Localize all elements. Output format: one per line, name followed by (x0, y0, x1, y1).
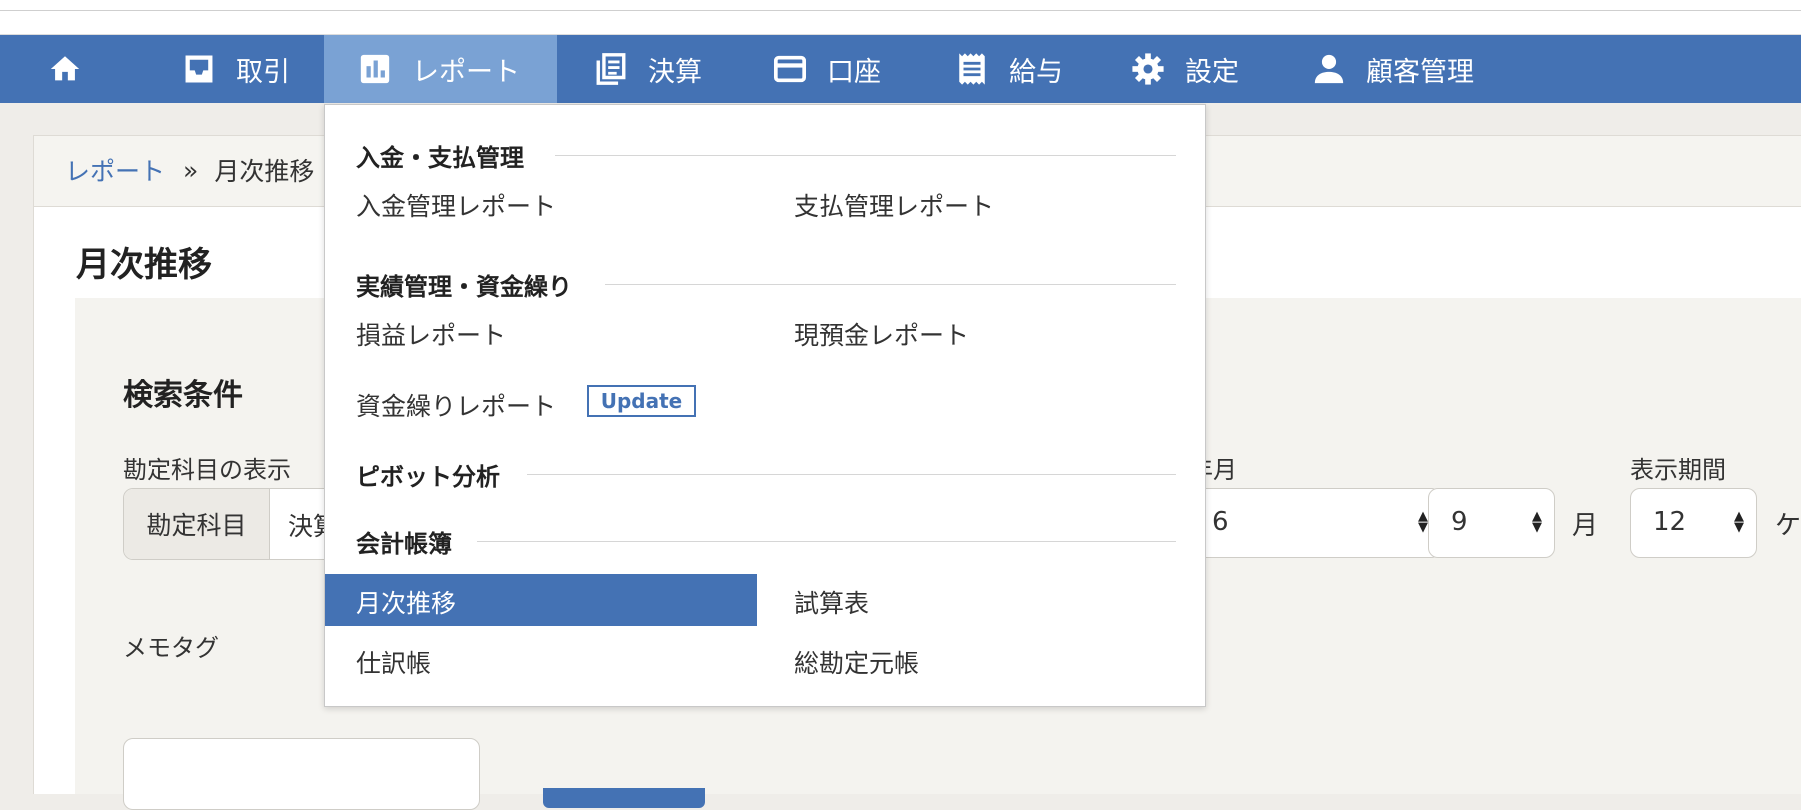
menu-link-label: 月次推移 (356, 589, 457, 618)
search-title: 検索条件 (123, 378, 243, 413)
nav-item-torihiki[interactable]: 取引 (182, 35, 290, 103)
memo-tag-label: メモタグ (123, 634, 219, 662)
period-label: 表示期間 (1630, 456, 1726, 484)
section-title-payments: 入金・支払管理 (356, 144, 524, 172)
breadcrumb: レポート » 月次推移 (65, 152, 314, 188)
breadcrumb-current: 月次推移 (214, 157, 315, 186)
nav-item-label: 顧客管理 (1366, 56, 1474, 88)
divider (0, 10, 1801, 11)
start-year-value: 6 (1212, 507, 1229, 537)
month-unit: 月 (1572, 511, 1599, 541)
update-badge: Update (587, 385, 696, 417)
section-divider (555, 155, 1176, 156)
nav-item-kessan[interactable]: 決算 (594, 35, 702, 103)
section-divider (477, 541, 1176, 542)
nav-item-kokyaku[interactable]: 顧客管理 (1312, 35, 1474, 103)
section-title-ledgers: 会計帳簿 (356, 530, 452, 558)
credit-card-icon (773, 52, 807, 86)
menu-link-cash-report[interactable]: 現預金レポート (794, 316, 969, 352)
gear-icon (1131, 52, 1165, 86)
start-year-select[interactable]: 6 ▲ ▼ (1189, 488, 1441, 558)
section-title-performance: 実績管理・資金繰り (356, 273, 572, 301)
nav-item-home[interactable] (48, 35, 128, 103)
section-divider (527, 474, 1176, 475)
person-icon (1312, 52, 1346, 86)
nav-item-label: レポート (412, 56, 520, 88)
period-unit: ケ月 (1775, 511, 1801, 541)
menu-link-pl-report[interactable]: 損益レポート (356, 316, 506, 352)
page-title: 月次推移 (76, 245, 212, 285)
nav-item-report[interactable]: レポート (324, 35, 557, 103)
breadcrumb-link-report[interactable]: レポート (65, 152, 165, 188)
inbox-tray-icon (182, 52, 216, 86)
period-value: 12 (1653, 507, 1687, 537)
nav-item-koza[interactable]: 口座 (773, 35, 881, 103)
browser-top-strip (0, 0, 1801, 35)
documents-icon (594, 52, 628, 86)
select-arrows-icon: ▲ ▼ (1734, 509, 1744, 535)
section-divider (605, 284, 1176, 285)
nav-item-label: 給与 (1009, 56, 1063, 88)
period-select[interactable]: 12 ▲ ▼ (1630, 488, 1757, 558)
memo-tag-input[interactable] (123, 738, 480, 810)
menu-link-receipt-report[interactable]: 入金管理レポート (356, 187, 556, 223)
bar-chart-icon (358, 52, 392, 86)
select-arrows-icon: ▲ ▼ (1418, 509, 1428, 535)
menu-link-monthly-trend[interactable]: 月次推移 (325, 574, 757, 626)
account-label: 勘定科目の表示 (123, 456, 291, 484)
start-month-value: 9 (1451, 507, 1468, 537)
account-addon: 勘定科目 (124, 489, 270, 559)
report-dropdown-menu: 入金・支払管理 入金管理レポート 支払管理レポート 実績管理・資金繰り 損益レポ… (324, 104, 1206, 707)
main-nav-bar: 取引 レポート 決算 口座 給与 設定 顧客管理 (0, 35, 1801, 103)
menu-link-cashflow-report[interactable]: 資金繰りレポート (356, 387, 556, 423)
nav-item-label: 取引 (236, 56, 290, 88)
menu-link-payment-report[interactable]: 支払管理レポート (794, 187, 994, 223)
nav-item-label: 口座 (827, 56, 881, 88)
nav-item-kyuyo[interactable]: 給与 (955, 35, 1063, 103)
menu-link-journal[interactable]: 仕訳帳 (356, 644, 431, 680)
nav-item-label: 設定 (1185, 56, 1239, 88)
section-title-pivot[interactable]: ピボット分析 (356, 457, 500, 492)
breadcrumb-separator: » (183, 155, 199, 185)
nav-item-settei[interactable]: 設定 (1131, 35, 1239, 103)
receipt-icon (955, 52, 989, 86)
start-month-select[interactable]: 9 ▲ ▼ (1428, 488, 1555, 558)
nav-item-label: 決算 (648, 56, 702, 88)
home-icon (48, 52, 82, 86)
select-arrows-icon: ▲ ▼ (1532, 509, 1542, 535)
search-button[interactable] (543, 788, 705, 808)
menu-link-general-ledger[interactable]: 総勘定元帳 (794, 644, 919, 680)
menu-link-trial-balance[interactable]: 試算表 (794, 584, 869, 620)
